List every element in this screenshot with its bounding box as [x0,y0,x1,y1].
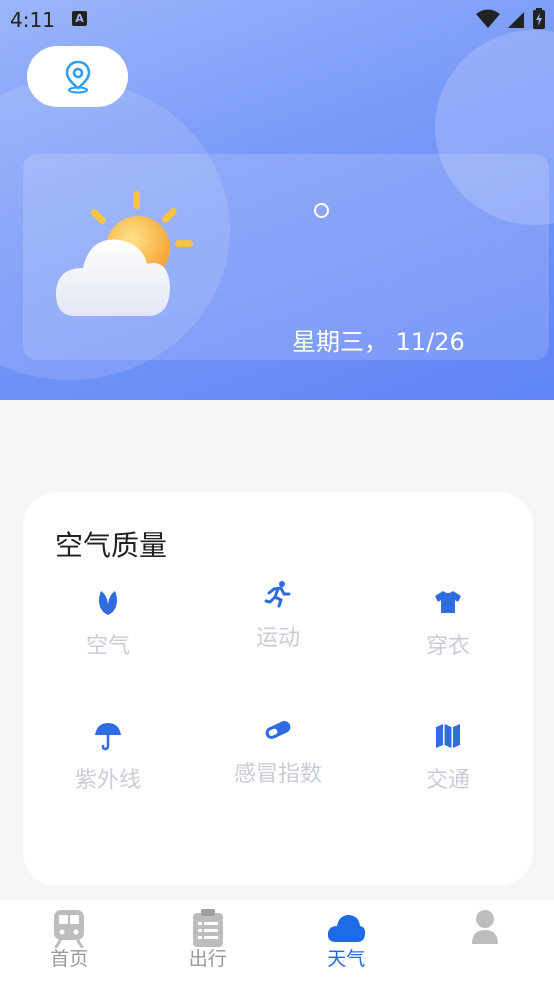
aq-item-sport[interactable]: 运动 [203,576,353,652]
location-pin-icon [65,60,90,93]
shirt-icon [435,591,461,613]
bottom-navigation: 首页 出行 天气 [0,900,554,984]
map-icon [436,724,460,748]
aq-item-clothing[interactable]: 穿衣 [373,584,523,660]
weather-hero: 4:11 A 星期三， 11/26 [0,0,554,400]
aq-item-label: 感冒指数 [233,762,322,787]
nav-item-weather[interactable]: 天气 [277,900,416,984]
umbrella-icon [95,723,121,751]
wifi-icon [476,9,500,28]
cloud-icon [328,915,366,942]
nav-label: 出行 [188,948,227,970]
partly-cloudy-icon [55,191,193,316]
aq-item-uv[interactable]: 紫外线 [33,718,183,794]
aq-item-air[interactable]: 空气 [33,584,183,660]
aq-item-label: 运动 [255,626,300,651]
temperature-degree-symbol [314,203,329,218]
status-icons [476,8,546,30]
train-icon [54,910,85,948]
aq-item-traffic[interactable]: 交通 [373,718,523,794]
status-bar: 4:11 A [0,0,554,36]
aq-item-label: 穿衣 [425,634,470,659]
air-quality-title: 空气质量 [55,529,168,562]
aq-item-label: 空气 [85,634,130,659]
notification-badge: A [72,11,87,26]
air-quality-card: 空气质量 空气 运动 穿衣 紫外线 感冒指数 交通 [23,492,533,886]
user-icon [471,910,498,944]
nav-item-profile[interactable] [416,900,554,984]
aq-item-label: 交通 [425,768,470,793]
leaf-icon [99,591,117,615]
aq-item-cold-index[interactable]: 感冒指数 [203,712,353,788]
signal-icon [508,12,524,28]
clipboard-icon [192,909,223,947]
running-icon [264,581,291,608]
nav-label: 首页 [50,948,89,970]
pill-icon [265,721,291,739]
battery-icon [533,8,545,29]
nav-item-home[interactable]: 首页 [0,900,139,984]
status-time: 4:11 [10,8,55,32]
nav-label: 天气 [327,948,366,970]
aq-item-label: 紫外线 [74,768,141,793]
weather-date: 星期三， 11/26 [292,328,465,356]
location-button[interactable] [27,46,128,107]
nav-item-travel[interactable]: 出行 [139,900,278,984]
